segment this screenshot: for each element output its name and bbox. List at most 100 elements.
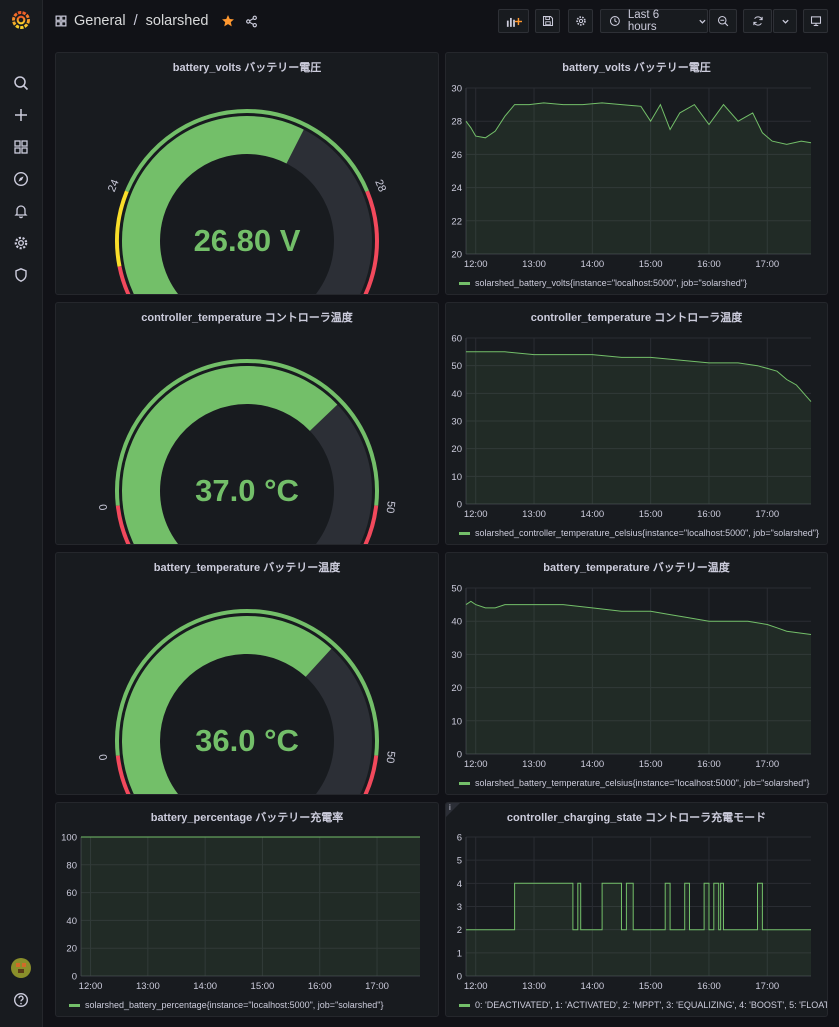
gauge-tick-label: 0 [98, 503, 111, 510]
gauge-value-arc [122, 616, 332, 794]
y-tick-label: 30 [451, 650, 462, 661]
y-tick-label: 26 [451, 150, 462, 161]
help-circle-icon[interactable] [9, 988, 33, 1012]
y-tick-label: 0 [457, 500, 462, 511]
gauge-value: 36.0 °C [195, 723, 299, 758]
bell-icon[interactable] [9, 199, 33, 223]
legend-label: solarshed_battery_percentage{instance="l… [85, 1000, 384, 1010]
x-tick-label: 15:00 [639, 981, 663, 992]
zoom-out-button[interactable] [709, 9, 737, 33]
gear-icon[interactable] [9, 231, 33, 255]
gauge-tick-label: 0 [98, 753, 111, 760]
dashboards-grid-icon[interactable] [9, 135, 33, 159]
y-tick-label: 60 [451, 334, 462, 345]
x-tick-label: 15:00 [639, 259, 663, 270]
y-tick-label: 40 [66, 916, 77, 927]
refresh-icon [752, 16, 763, 26]
graph-panel-battery-temperature[interactable]: battery_temperature バッテリー温度 0 10 20 30 40 50 1… [445, 552, 828, 795]
compass-icon[interactable] [9, 167, 33, 191]
graph-panel-controller-charging-state[interactable]: i controller_charging_state コントローラ充電モード … [445, 802, 828, 1017]
x-tick-label: 13:00 [522, 759, 546, 770]
y-tick-label: 2 [457, 925, 462, 936]
y-tick-label: 24 [451, 183, 462, 194]
graph-battery-volts: 20 22 24 26 28 30 12:00 13:00 14:00 15:00 16:00 17:… [451, 84, 812, 270]
legend-item[interactable]: solarshed_battery_percentage{instance="l… [69, 1000, 384, 1010]
y-tick-label: 100 [61, 833, 77, 844]
y-tick-label: 80 [66, 860, 77, 871]
y-tick-label: 0 [457, 750, 462, 761]
share-icon[interactable] [245, 15, 258, 28]
refresh-interval-dropdown[interactable] [773, 9, 797, 33]
save-dashboard-button[interactable] [535, 9, 560, 33]
monitor-icon [810, 16, 821, 27]
breadcrumb: General / solarshed [55, 13, 209, 29]
search-icon[interactable] [9, 71, 33, 95]
y-tick-label: 50 [451, 584, 462, 595]
gauge-value: 37.0 °C [195, 473, 299, 508]
x-tick-label: 14:00 [580, 259, 604, 270]
series-area [466, 601, 811, 754]
shield-icon[interactable] [9, 263, 33, 287]
x-tick-label: 15:00 [251, 981, 275, 992]
x-tick-label: 13:00 [522, 981, 546, 992]
y-tick-label: 30 [451, 417, 462, 428]
kiosk-mode-button[interactable] [803, 9, 828, 33]
y-tick-label: 20 [451, 250, 462, 261]
page-title[interactable]: solarshed [146, 13, 209, 29]
legend-item[interactable]: solarshed_controller_temperature_celsius… [459, 528, 819, 538]
gauge-tick-label: 50 [384, 500, 397, 514]
x-tick-label: 14:00 [580, 981, 604, 992]
refresh-button[interactable] [743, 9, 772, 33]
gauge-value-arc [122, 366, 338, 544]
x-tick-label: 16:00 [697, 981, 721, 992]
y-tick-label: 10 [451, 472, 462, 483]
y-tick-label: 20 [451, 683, 462, 694]
avatar[interactable] [9, 956, 33, 980]
x-tick-label: 16:00 [308, 981, 332, 992]
y-tick-label: 6 [457, 833, 462, 844]
x-tick-label: 17:00 [755, 259, 779, 270]
y-tick-label: 20 [66, 944, 77, 955]
gauge-panel-battery-temperature[interactable]: battery_temperature バッテリー温度 -100506036.0… [55, 552, 439, 795]
y-tick-label: 1 [457, 948, 462, 959]
legend-label: solarshed_battery_volts{instance="localh… [475, 278, 747, 288]
breadcrumb-folder[interactable]: General [74, 13, 126, 29]
y-tick-label: 10 [451, 716, 462, 727]
chevron-down-icon [781, 19, 789, 24]
x-tick-label: 12:00 [464, 509, 488, 520]
x-tick-label: 12:00 [464, 981, 488, 992]
legend-item[interactable]: solarshed_battery_volts{instance="localh… [459, 278, 747, 288]
graph-panel-controller-temperature[interactable]: controller_temperature コントローラ温度 0 10 20 30 4… [445, 302, 828, 545]
grafana-logo-icon[interactable] [9, 8, 33, 32]
y-tick-label: 5 [457, 856, 462, 867]
breadcrumb-separator: / [133, 13, 138, 29]
zoom-out-icon [717, 15, 729, 27]
star-icon[interactable] [221, 14, 235, 28]
x-tick-label: 12:00 [464, 759, 488, 770]
graph-battery-percentage: 0 20 40 60 80 100 12:00 13:00 14:00 15:00 16:00 17:… [61, 833, 420, 992]
gauge-battery-temperature: -100506036.0 °C [98, 609, 397, 794]
x-tick-label: 13:00 [136, 981, 160, 992]
y-tick-label: 30 [451, 84, 462, 95]
graph-controller-temperature: 0 10 20 30 40 50 60 12:00 13:00 14:00 15:00 16:00 17… [451, 334, 812, 520]
gauge-panel-battery-volts[interactable]: battery_volts バッテリー電圧 2224283026.80 V [55, 52, 439, 295]
gear-icon [575, 16, 586, 26]
y-tick-label: 60 [66, 888, 77, 899]
y-tick-label: 0 [72, 972, 77, 983]
y-tick-label: 0 [457, 972, 462, 983]
x-tick-label: 14:00 [193, 981, 217, 992]
legend-item[interactable]: 0: 'DEACTIVATED', 1: 'ACTIVATED', 2: 'MP… [459, 1000, 827, 1010]
dashboards-grid-icon [55, 15, 67, 27]
graph-panel-battery-percentage[interactable]: battery_percentage バッテリー充電率 0 20 40 60 80 100… [55, 802, 439, 1017]
dashboard-settings-button[interactable] [568, 9, 593, 33]
gauge-panel-controller-temperature[interactable]: controller_temperature コントローラ温度 -1005060… [55, 302, 439, 545]
graph-panel-battery-volts[interactable]: battery_volts バッテリー電圧 20 22 24 26 28 30 12:00 1… [445, 52, 828, 295]
legend-item[interactable]: solarshed_battery_temperature_celsius{in… [459, 778, 810, 788]
x-tick-label: 17:00 [365, 981, 389, 992]
time-picker-button[interactable]: Last 6 hours [600, 9, 708, 33]
add-panel-button[interactable] [498, 9, 529, 33]
plus-icon[interactable] [9, 103, 33, 127]
save-icon [542, 15, 553, 27]
y-tick-label: 40 [451, 617, 462, 628]
x-tick-label: 16:00 [697, 259, 721, 270]
